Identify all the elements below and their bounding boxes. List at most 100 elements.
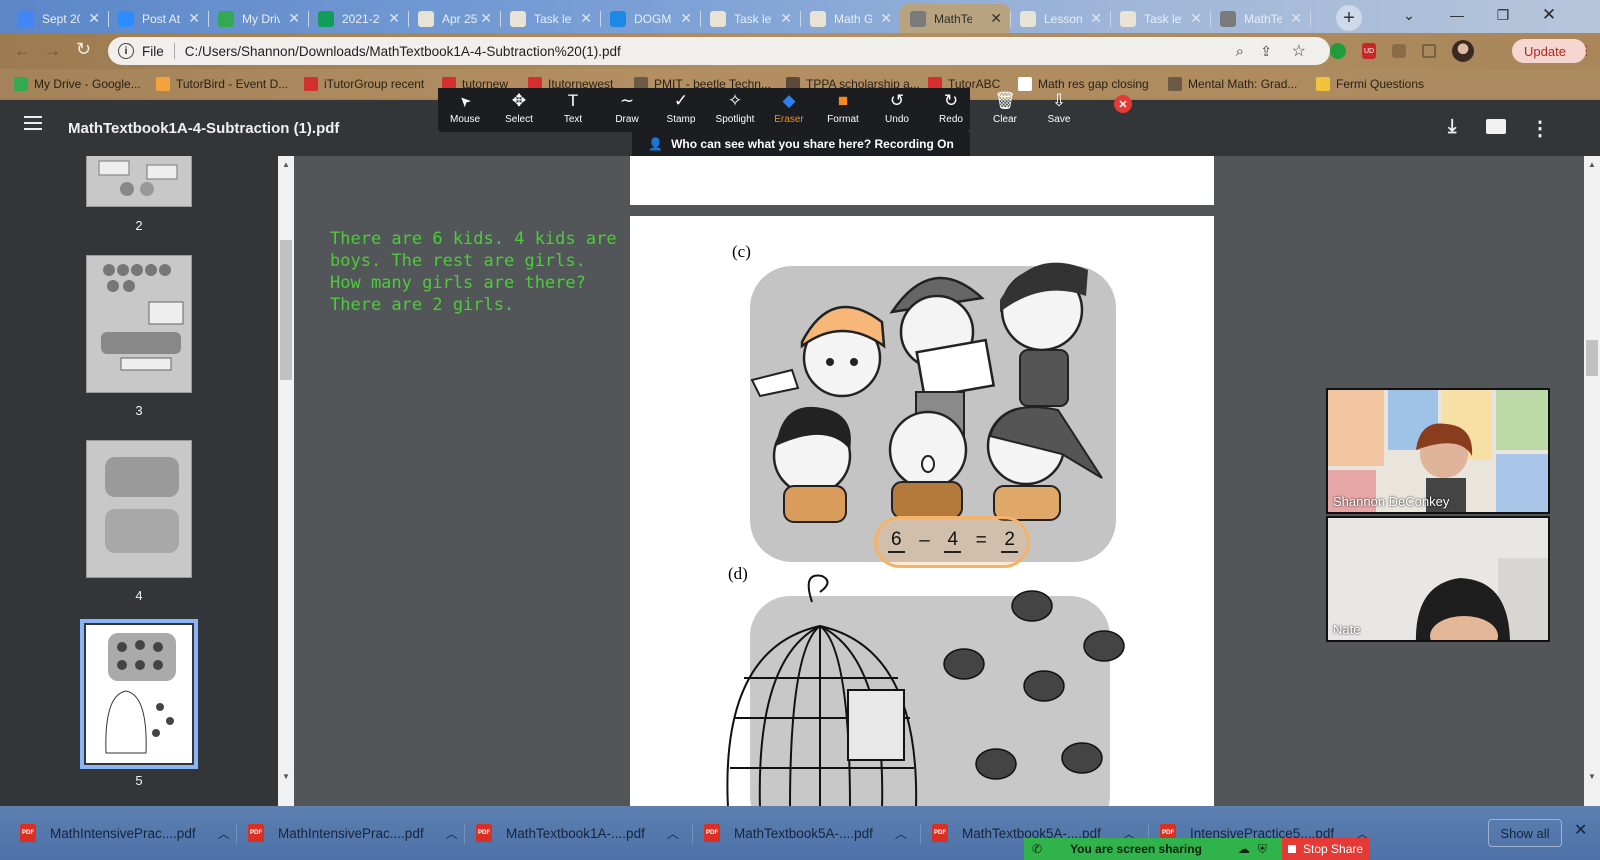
- info-icon[interactable]: i: [118, 43, 134, 59]
- tab-1[interactable]: Sept 2021 ✕: [8, 4, 109, 33]
- scroll-down-icon[interactable]: ▼: [282, 772, 290, 781]
- tab-4[interactable]: 2021-2022 ✕: [308, 4, 409, 33]
- tab-close-icon[interactable]: ✕: [288, 10, 300, 27]
- close-window-icon[interactable]: ✕: [1526, 0, 1572, 30]
- download-filename: MathTextbook1A-....pdf: [506, 825, 645, 841]
- tool-undo[interactable]: ↺ Undo: [870, 88, 924, 132]
- video-tile-shannon[interactable]: Shannon DeConkey: [1326, 388, 1550, 514]
- thumbnail-page-2[interactable]: [86, 156, 192, 207]
- tool-select[interactable]: ✥ Select: [492, 88, 546, 132]
- scroll-up-icon[interactable]: ▲: [282, 160, 290, 169]
- tool-format[interactable]: ■ Format: [816, 88, 870, 132]
- bookmark-favicon-icon: [156, 77, 170, 91]
- tab-7[interactable]: DOGM ✕: [600, 4, 701, 33]
- tab-2[interactable]: Post Attendee ✕: [108, 4, 209, 33]
- bookmark-item[interactable]: TutorBird - Event D...: [156, 77, 288, 91]
- scroll-down-icon[interactable]: ▼: [1588, 772, 1596, 781]
- download-filename: MathTextbook5A-....pdf: [734, 825, 873, 841]
- show-all-button[interactable]: Show all: [1488, 819, 1562, 847]
- bookmark-item[interactable]: My Drive - Google...: [14, 77, 141, 91]
- bookmark-item[interactable]: iTutorGroup recent: [304, 77, 424, 91]
- reload-icon[interactable]: ↻: [76, 39, 91, 60]
- tool-text[interactable]: T Text: [546, 88, 600, 132]
- chevron-up-icon[interactable]: ︿: [895, 825, 907, 842]
- tab-5[interactable]: Apr 25 ✕: [408, 4, 501, 33]
- download-item[interactable]: PDF MathTextbook5A-....pdf ︿: [704, 820, 907, 846]
- tab-close-icon[interactable]: ✕: [1190, 10, 1202, 27]
- share-icon[interactable]: ⇪: [1260, 43, 1272, 60]
- annotation-note[interactable]: There are 6 kids. 4 kids are boys. The r…: [330, 228, 620, 316]
- tab-search-chevron-icon[interactable]: ⌄: [1386, 0, 1432, 30]
- tab-close-icon[interactable]: ✕: [580, 10, 592, 27]
- thumbnail-page-4[interactable]: [86, 440, 192, 578]
- tab-close-icon[interactable]: ✕: [680, 10, 692, 27]
- scroll-up-icon[interactable]: ▲: [1588, 160, 1596, 169]
- tab-10[interactable]: MathTextbook ✕: [900, 4, 1011, 33]
- tool-stamp[interactable]: ✓ Stamp: [654, 88, 708, 132]
- extension-puzzle-icon[interactable]: [1392, 44, 1406, 58]
- sidepanel-icon[interactable]: [1422, 44, 1436, 58]
- tab-close-icon[interactable]: ✕: [480, 10, 492, 27]
- restore-icon[interactable]: ❐: [1480, 0, 1526, 30]
- thumbnail-page-3[interactable]: [86, 255, 192, 393]
- tab-close-icon[interactable]: ✕: [88, 10, 100, 27]
- tab-13[interactable]: MathTextbook ✕: [1210, 4, 1311, 33]
- tab-close-icon[interactable]: ✕: [388, 10, 400, 27]
- thumbnail-page-5[interactable]: [86, 625, 192, 763]
- tab-close-icon[interactable]: ✕: [1290, 10, 1302, 27]
- document-scrollbar[interactable]: ▲ ▼: [1584, 156, 1600, 806]
- close-toolbar-icon[interactable]: ✕: [1114, 95, 1132, 113]
- tool-save[interactable]: ⇩ Save: [1032, 88, 1086, 132]
- tab-6[interactable]: Task level ✕: [500, 4, 601, 33]
- tab-close-icon[interactable]: ✕: [880, 10, 892, 27]
- document-scroll-thumb[interactable]: [1586, 340, 1598, 376]
- sidebar-scroll-thumb[interactable]: [280, 240, 292, 380]
- tab-12[interactable]: Task level ✕: [1110, 4, 1211, 33]
- recording-notice[interactable]: 👤 Who can see what you share here? Recor…: [632, 132, 970, 156]
- tab-close-icon[interactable]: ✕: [780, 10, 792, 27]
- tool-label: Select: [505, 114, 533, 125]
- tool-spotlight[interactable]: ✧ Spotlight: [708, 88, 762, 132]
- ublock-icon[interactable]: UD: [1362, 43, 1376, 59]
- chevron-up-icon[interactable]: ︿: [667, 825, 679, 842]
- tab-9[interactable]: Math Games ✕: [800, 4, 901, 33]
- download-item[interactable]: PDF MathIntensivePrac....pdf ︿: [248, 820, 458, 846]
- new-tab-button[interactable]: +: [1336, 5, 1362, 31]
- tool-clear[interactable]: 🗑 Clear: [978, 88, 1032, 132]
- tab-close-icon[interactable]: ✕: [1090, 10, 1102, 27]
- tab-close-icon[interactable]: ✕: [990, 10, 1002, 27]
- sidebar-scrollbar[interactable]: ▲ ▼: [278, 156, 294, 806]
- tool-draw[interactable]: ∼ Draw: [600, 88, 654, 132]
- tool-eraser[interactable]: ◆ Eraser: [762, 88, 816, 132]
- download-item[interactable]: PDF MathIntensivePrac....pdf ︿: [20, 820, 230, 846]
- url-text[interactable]: C:/Users/Shannon/Downloads/MathTextbook1…: [185, 44, 621, 59]
- close-downloads-icon[interactable]: ✕: [1574, 820, 1587, 840]
- tab-close-icon[interactable]: ✕: [188, 10, 200, 27]
- menu-hamburger-icon[interactable]: [24, 116, 42, 130]
- tab-3[interactable]: My Drive ✕: [208, 4, 309, 33]
- extension-green-icon[interactable]: [1330, 43, 1346, 59]
- update-button[interactable]: Update ⋮: [1512, 39, 1593, 63]
- chevron-up-icon[interactable]: ︿: [446, 825, 458, 842]
- download-icon[interactable]: ⤓: [1448, 116, 1456, 138]
- minimize-icon[interactable]: —: [1434, 0, 1480, 30]
- tab-8[interactable]: Task level ✕: [700, 4, 801, 33]
- tool-mouse[interactable]: ➤ Mouse: [438, 88, 492, 132]
- address-bar[interactable]: i File C:/Users/Shannon/Downloads/MathTe…: [108, 37, 1330, 65]
- tool-redo[interactable]: ↻ Redo: [924, 88, 978, 132]
- tab-favicon-icon: [418, 10, 434, 27]
- download-item[interactable]: PDF MathTextbook1A-....pdf ︿: [476, 820, 679, 846]
- bookmark-item[interactable]: Fermi Questions: [1316, 77, 1424, 91]
- avatar[interactable]: [1452, 40, 1474, 62]
- forward-arrow-icon[interactable]: →: [44, 41, 61, 61]
- tab-11[interactable]: Lesson ✕: [1010, 4, 1111, 33]
- zoom-icon[interactable]: ⌕: [1236, 43, 1244, 60]
- chevron-up-icon[interactable]: ︿: [218, 825, 230, 842]
- bookmark-item[interactable]: Mental Math: Grad...: [1168, 77, 1297, 91]
- print-icon[interactable]: [1486, 119, 1506, 134]
- bookmark-star-icon[interactable]: ☆: [1292, 41, 1306, 61]
- video-tile-nate[interactable]: Nate: [1326, 516, 1550, 642]
- more-options-icon[interactable]: ⋮: [1530, 116, 1550, 141]
- back-arrow-icon[interactable]: ←: [14, 41, 31, 61]
- stop-share-button[interactable]: Stop Share: [1282, 838, 1370, 860]
